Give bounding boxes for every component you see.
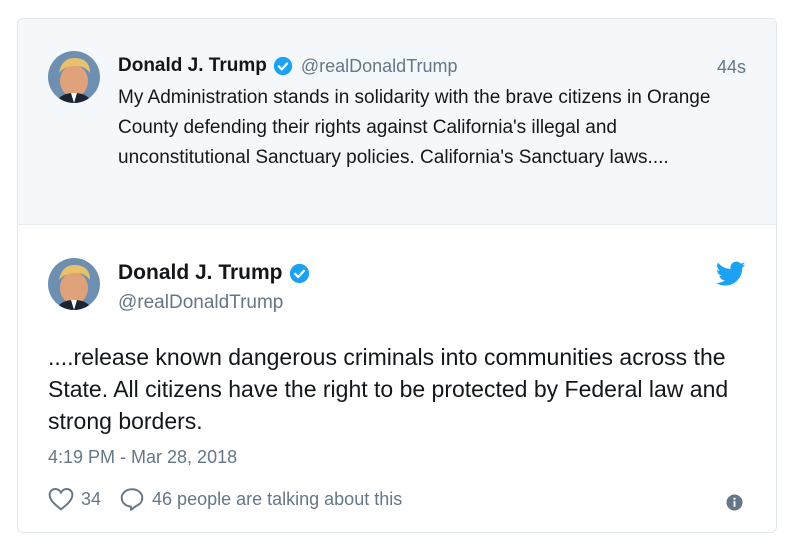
talking-about-label: 46 people are talking about this: [152, 488, 403, 509]
author-handle[interactable]: @realDonaldTrump: [118, 292, 283, 314]
avatar[interactable]: [48, 51, 100, 103]
author-name[interactable]: Donald J. Trump: [118, 55, 267, 77]
author-handle[interactable]: @realDonaldTrump: [301, 56, 458, 77]
avatar[interactable]: [48, 258, 100, 310]
tweet-actions: 34 46 people are talking about this: [48, 487, 420, 511]
embedded-tweet-card: Donald J. Trump @realDonaldTrump 44s My …: [17, 18, 777, 533]
main-tweet-text: ....release known dangerous criminals in…: [48, 344, 729, 434]
tweet-time[interactable]: 44s: [717, 57, 746, 78]
talking-about-link[interactable]: 46 people are talking about this: [119, 487, 402, 511]
main-tweet-header: Donald J. Trump: [118, 261, 310, 285]
like-button[interactable]: 34: [48, 487, 101, 511]
parent-tweet-text: My Administration stands in solidarity w…: [118, 87, 711, 168]
verified-badge-icon: [289, 263, 309, 283]
verified-badge-icon: [273, 56, 293, 76]
info-icon[interactable]: [726, 494, 743, 511]
tweet-timestamp[interactable]: 4:19 PM - Mar 28, 2018: [48, 447, 237, 468]
parent-tweet[interactable]: Donald J. Trump @realDonaldTrump 44s My …: [18, 19, 776, 225]
heart-icon: [48, 488, 74, 511]
like-count: 34: [81, 488, 102, 509]
author-name[interactable]: Donald J. Trump: [118, 261, 283, 285]
speech-bubble-icon: [120, 488, 144, 511]
parent-tweet-header: Donald J. Trump @realDonaldTrump: [118, 53, 458, 79]
twitter-bird-icon[interactable]: [716, 261, 746, 287]
